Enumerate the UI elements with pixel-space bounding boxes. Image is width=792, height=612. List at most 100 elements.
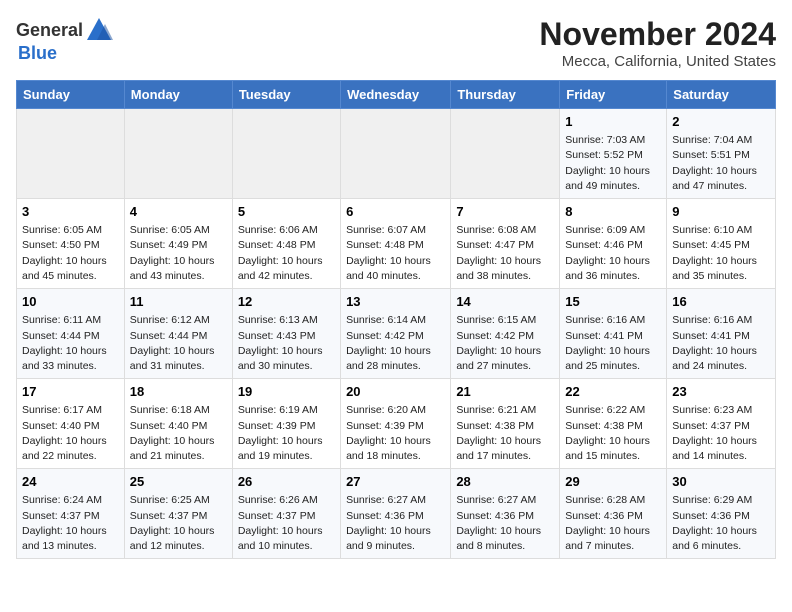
day-number: 4 (130, 203, 227, 221)
calendar-week-row: 17 Sunrise: 6:17 AMSunset: 4:40 PMDayligh… (17, 379, 776, 469)
day-number: 5 (238, 203, 335, 221)
logo-general: General (16, 21, 83, 39)
day-number: 19 (238, 383, 335, 401)
page-header: General Blue November 2024 Mecca, Califo… (16, 16, 776, 70)
logo-blue: Blue (18, 44, 113, 62)
calendar-cell: 22 Sunrise: 6:22 AMSunset: 4:38 PMDayligh… (560, 379, 667, 469)
calendar-cell: 10 Sunrise: 6:11 AMSunset: 4:44 PMDayligh… (17, 289, 125, 379)
day-info: Sunrise: 6:15 AMSunset: 4:42 PMDaylight:… (456, 313, 554, 374)
day-number: 20 (346, 383, 445, 401)
calendar-cell: 2 Sunrise: 7:04 AMSunset: 5:51 PMDaylight… (667, 109, 776, 199)
day-number: 14 (456, 293, 554, 311)
day-info: Sunrise: 6:07 AMSunset: 4:48 PMDaylight:… (346, 223, 445, 284)
day-info: Sunrise: 6:16 AMSunset: 4:41 PMDaylight:… (672, 313, 770, 374)
calendar-cell: 6Sunrise: 6:07 AMSunset: 4:48 PMDaylight… (341, 199, 451, 289)
calendar-cell (232, 109, 340, 199)
day-number: 12 (238, 293, 335, 311)
calendar-cell (451, 109, 560, 199)
calendar-cell: 8Sunrise: 6:09 AMSunset: 4:46 PMDaylight… (560, 199, 667, 289)
day-info: Sunrise: 6:22 AMSunset: 4:38 PMDaylight:… (565, 403, 661, 464)
day-number: 2 (672, 113, 770, 131)
day-info: Sunrise: 6:23 AMSunset: 4:37 PMDaylight:… (672, 403, 770, 464)
day-info: Sunrise: 6:27 AMSunset: 4:36 PMDaylight:… (346, 493, 445, 554)
weekday-header: Friday (560, 81, 667, 109)
day-number: 9 (672, 203, 770, 221)
calendar-table: SundayMondayTuesdayWednesdayThursdayFrid… (16, 80, 776, 559)
calendar-cell: 3 Sunrise: 6:05 AMSunset: 4:50 PMDaylight… (17, 199, 125, 289)
calendar-cell: 27Sunrise: 6:27 AMSunset: 4:36 PMDayligh… (341, 469, 451, 559)
day-info: Sunrise: 6:16 AMSunset: 4:41 PMDaylight:… (565, 313, 661, 374)
day-info: Sunrise: 6:08 AMSunset: 4:47 PMDaylight:… (456, 223, 554, 284)
day-number: 28 (456, 473, 554, 491)
calendar-week-row: 24 Sunrise: 6:24 AMSunset: 4:37 PMDayligh… (17, 469, 776, 559)
day-info: Sunrise: 6:25 AMSunset: 4:37 PMDaylight:… (130, 493, 227, 554)
calendar-cell: 1Sunrise: 7:03 AMSunset: 5:52 PMDaylight… (560, 109, 667, 199)
day-info: Sunrise: 7:04 AMSunset: 5:51 PMDaylight:… (672, 133, 770, 194)
calendar-week-row: 3 Sunrise: 6:05 AMSunset: 4:50 PMDaylight… (17, 199, 776, 289)
day-number: 3 (22, 203, 119, 221)
calendar-cell: 26 Sunrise: 6:26 AMSunset: 4:37 PMDayligh… (232, 469, 340, 559)
day-info: Sunrise: 6:12 AMSunset: 4:44 PMDaylight:… (130, 313, 227, 374)
weekday-header: Monday (124, 81, 232, 109)
weekday-header: Thursday (451, 81, 560, 109)
calendar-header-row: SundayMondayTuesdayWednesdayThursdayFrid… (17, 81, 776, 109)
calendar-cell: 30Sunrise: 6:29 AMSunset: 4:36 PMDayligh… (667, 469, 776, 559)
calendar-cell: 29 Sunrise: 6:28 AMSunset: 4:36 PMDayligh… (560, 469, 667, 559)
day-number: 15 (565, 293, 661, 311)
day-number: 23 (672, 383, 770, 401)
day-info: Sunrise: 6:29 AMSunset: 4:36 PMDaylight:… (672, 493, 770, 554)
calendar-cell: 11 Sunrise: 6:12 AMSunset: 4:44 PMDayligh… (124, 289, 232, 379)
day-number: 25 (130, 473, 227, 491)
day-info: Sunrise: 7:03 AMSunset: 5:52 PMDaylight:… (565, 133, 661, 194)
weekday-header: Sunday (17, 81, 125, 109)
day-info: Sunrise: 6:21 AMSunset: 4:38 PMDaylight:… (456, 403, 554, 464)
day-info: Sunrise: 6:11 AMSunset: 4:44 PMDaylight:… (22, 313, 119, 374)
calendar-cell: 9 Sunrise: 6:10 AMSunset: 4:45 PMDaylight… (667, 199, 776, 289)
calendar-cell (17, 109, 125, 199)
calendar-cell: 23 Sunrise: 6:23 AMSunset: 4:37 PMDayligh… (667, 379, 776, 469)
calendar-cell: 5 Sunrise: 6:06 AMSunset: 4:48 PMDaylight… (232, 199, 340, 289)
day-number: 26 (238, 473, 335, 491)
day-number: 10 (22, 293, 119, 311)
day-info: Sunrise: 6:17 AMSunset: 4:40 PMDaylight:… (22, 403, 119, 464)
day-info: Sunrise: 6:06 AMSunset: 4:48 PMDaylight:… (238, 223, 335, 284)
location-subtitle: Mecca, California, United States (539, 53, 776, 70)
weekday-header: Tuesday (232, 81, 340, 109)
calendar-cell (124, 109, 232, 199)
day-info: Sunrise: 6:27 AMSunset: 4:36 PMDaylight:… (456, 493, 554, 554)
calendar-cell: 15 Sunrise: 6:16 AMSunset: 4:41 PMDayligh… (560, 289, 667, 379)
logo: General Blue (16, 16, 113, 62)
logo-icon (85, 16, 113, 44)
calendar-cell: 17 Sunrise: 6:17 AMSunset: 4:40 PMDayligh… (17, 379, 125, 469)
day-info: Sunrise: 6:24 AMSunset: 4:37 PMDaylight:… (22, 493, 119, 554)
day-number: 17 (22, 383, 119, 401)
day-info: Sunrise: 6:05 AMSunset: 4:50 PMDaylight:… (22, 223, 119, 284)
day-info: Sunrise: 6:20 AMSunset: 4:39 PMDaylight:… (346, 403, 445, 464)
title-block: November 2024 Mecca, California, United … (539, 16, 776, 70)
day-info: Sunrise: 6:18 AMSunset: 4:40 PMDaylight:… (130, 403, 227, 464)
month-title: November 2024 (539, 16, 776, 53)
day-number: 13 (346, 293, 445, 311)
calendar-cell: 16Sunrise: 6:16 AMSunset: 4:41 PMDayligh… (667, 289, 776, 379)
calendar-cell: 18Sunrise: 6:18 AMSunset: 4:40 PMDayligh… (124, 379, 232, 469)
calendar-cell: 28 Sunrise: 6:27 AMSunset: 4:36 PMDayligh… (451, 469, 560, 559)
day-info: Sunrise: 6:10 AMSunset: 4:45 PMDaylight:… (672, 223, 770, 284)
calendar-cell: 7Sunrise: 6:08 AMSunset: 4:47 PMDaylight… (451, 199, 560, 289)
calendar-cell: 24 Sunrise: 6:24 AMSunset: 4:37 PMDayligh… (17, 469, 125, 559)
day-info: Sunrise: 6:14 AMSunset: 4:42 PMDaylight:… (346, 313, 445, 374)
calendar-cell: 19 Sunrise: 6:19 AMSunset: 4:39 PMDayligh… (232, 379, 340, 469)
calendar-cell: 13 Sunrise: 6:14 AMSunset: 4:42 PMDayligh… (341, 289, 451, 379)
calendar-cell: 25 Sunrise: 6:25 AMSunset: 4:37 PMDayligh… (124, 469, 232, 559)
weekday-header: Saturday (667, 81, 776, 109)
day-number: 22 (565, 383, 661, 401)
calendar-cell: 12Sunrise: 6:13 AMSunset: 4:43 PMDayligh… (232, 289, 340, 379)
day-info: Sunrise: 6:09 AMSunset: 4:46 PMDaylight:… (565, 223, 661, 284)
day-number: 11 (130, 293, 227, 311)
day-info: Sunrise: 6:26 AMSunset: 4:37 PMDaylight:… (238, 493, 335, 554)
day-number: 24 (22, 473, 119, 491)
calendar-cell: 21Sunrise: 6:21 AMSunset: 4:38 PMDayligh… (451, 379, 560, 469)
day-number: 29 (565, 473, 661, 491)
weekday-header: Wednesday (341, 81, 451, 109)
day-info: Sunrise: 6:19 AMSunset: 4:39 PMDaylight:… (238, 403, 335, 464)
day-info: Sunrise: 6:28 AMSunset: 4:36 PMDaylight:… (565, 493, 661, 554)
